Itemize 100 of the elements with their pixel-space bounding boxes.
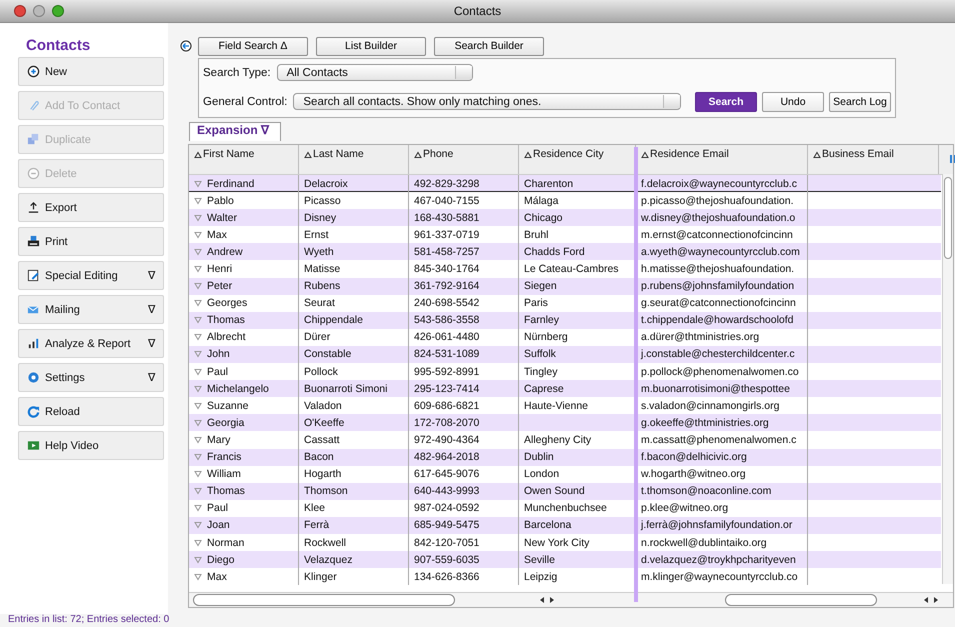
sidebar-button[interactable]: Analyze & Report ∇ xyxy=(18,329,164,358)
table-cell: Leipzig xyxy=(524,570,558,583)
sidebar-button[interactable]: Print xyxy=(18,227,164,256)
table-cell: 987-024-0592 xyxy=(414,502,480,514)
table-cell: Pablo xyxy=(207,194,234,207)
sidebar-button[interactable]: Mailing ∇ xyxy=(18,295,164,324)
table-cell: Picasso xyxy=(304,194,341,207)
table-cell: Haute-Vienne xyxy=(524,400,588,412)
table-cell: Max xyxy=(207,570,227,583)
toolbar-button[interactable]: Field Search Δ xyxy=(198,36,308,56)
table-cell: 995-592-8991 xyxy=(414,366,480,378)
table-cell: Owen Sound xyxy=(524,485,585,498)
toolbar-button[interactable]: Search Builder xyxy=(434,36,544,56)
table-cell: Chicago xyxy=(524,212,563,224)
table-cell: Disney xyxy=(304,212,336,224)
table-cell: Le Cateau-Cambres xyxy=(524,263,619,276)
table-row[interactable]: Diego Velazquez 907-559-6035 Seville d.velazquez@troykhpcharityeven xyxy=(189,551,941,568)
column-header[interactable]: Residence City xyxy=(533,148,604,160)
table-cell: 482-964-2018 xyxy=(414,451,480,464)
sidebar-button[interactable]: New xyxy=(18,57,164,86)
expansion-tab[interactable]: Expansion ∇ xyxy=(189,122,281,141)
table-row[interactable]: Ferdinand Delacroix 492-829-3298 Charenton f.delacroix@waynecountyrcclub.c xyxy=(189,175,941,192)
window-control-icon[interactable] xyxy=(33,5,45,17)
window-control-icon[interactable] xyxy=(14,5,26,17)
sort-icon[interactable] xyxy=(194,151,202,159)
table-cell: 907-559-6035 xyxy=(414,554,480,566)
table-cell: m.cassatt@phenomenalwomen.c xyxy=(641,434,796,446)
table-cell: Velazquez xyxy=(304,554,352,566)
sidebar-button[interactable]: Settings ∇ xyxy=(18,363,164,392)
table-row[interactable]: Michelangelo Buonarroti Simoni 295-123-7414 Caprese m.buonarrotisimoni@thespottee xyxy=(189,380,941,398)
table-cell: 295-123-7414 xyxy=(414,382,480,395)
table-cell: Caprese xyxy=(524,382,564,395)
table-cell: a.dürer@thtministries.org xyxy=(641,331,760,344)
search-panel-button[interactable]: Search Log xyxy=(829,92,891,112)
table-cell: m.klinger@waynecountyrcclub.co xyxy=(641,570,798,583)
dropdown-arrow: ∇ xyxy=(148,269,155,282)
search-type-dropdown[interactable]: All Contacts xyxy=(276,64,473,82)
search-panel-button[interactable]: Search xyxy=(695,92,757,112)
sort-icon[interactable] xyxy=(641,151,649,159)
table-cell: h.matisse@thejoshuafoundation. xyxy=(641,263,794,276)
column-header[interactable]: Last Name xyxy=(313,148,364,160)
table-cell: Málaga xyxy=(524,194,558,207)
copy-icon xyxy=(27,133,40,146)
minus-icon xyxy=(27,167,40,180)
sort-icon[interactable] xyxy=(414,151,422,159)
search-panel-button[interactable]: Undo xyxy=(762,92,824,112)
table-cell: p.rubens@johnsfamilyfoundation xyxy=(641,280,794,292)
sort-icon[interactable] xyxy=(813,151,821,159)
table-cell: Delacroix xyxy=(304,178,348,190)
table-row[interactable]: Thomas Chippendale 543-586-3558 Farnley t.chippendale@howardschoolofd xyxy=(189,312,941,329)
sort-icon[interactable] xyxy=(524,151,532,159)
window-control-icon[interactable] xyxy=(52,5,64,17)
table-cell: j.constable@chesterchildcenter.c xyxy=(641,348,795,360)
table-cell: Klinger xyxy=(304,570,337,583)
column-header[interactable]: Phone xyxy=(423,148,454,160)
sidebar-button[interactable]: Export xyxy=(18,193,164,222)
table-cell: Michelangelo xyxy=(207,382,269,395)
table-cell: 640-443-9993 xyxy=(414,485,480,498)
sidebar-button[interactable]: Special Editing ∇ xyxy=(18,261,164,290)
table-row[interactable]: Thomas Thomson 640-443-9993 Owen Sound t.thomson@noaconline.com xyxy=(189,482,941,500)
table-cell: 609-686-6821 xyxy=(414,400,480,412)
table-cell: Klee xyxy=(304,502,326,514)
sort-icon[interactable] xyxy=(304,151,312,159)
column-chooser-icon[interactable] xyxy=(950,155,955,163)
table-cell: Max xyxy=(207,228,227,241)
column-header[interactable]: First Name xyxy=(203,148,254,160)
table-cell: d.velazquez@troykhpcharityeven xyxy=(641,554,796,566)
table-cell: Hogarth xyxy=(304,468,342,480)
sidebar-title: Contacts xyxy=(25,37,92,56)
table-row[interactable]: Peter Rubens 361-792-9164 Siegen p.rubens@johnsfamilyfoundation xyxy=(189,278,941,295)
settings-icon xyxy=(27,371,40,384)
table-cell: Joan xyxy=(207,519,230,532)
sidebar-button[interactable]: Help Video xyxy=(18,431,164,460)
back-arrow-icon[interactable] xyxy=(180,40,192,52)
table-row[interactable]: Georgia O'Keeffe 172-708-2070 g.okeeffe@thtministries.org xyxy=(189,414,941,432)
table-cell: Seville xyxy=(524,554,555,566)
table-cell: m.ernst@catconnectionofcincinn xyxy=(641,228,793,241)
table-cell: 172-708-2070 xyxy=(414,416,480,429)
table-cell: Ferrà xyxy=(304,519,330,532)
table-cell: Paris xyxy=(524,297,548,310)
table-cell: p.klee@witneo.org xyxy=(641,502,728,514)
table-cell: s.valadon@cinnamongirls.org xyxy=(641,400,780,412)
table-row[interactable]: Francis Bacon 482-964-2018 Dublin f.bacon@delhicivic.org xyxy=(189,448,941,466)
table-cell: Matisse xyxy=(304,263,340,276)
table-cell: Andrew xyxy=(207,246,243,258)
column-header[interactable]: Residence Email xyxy=(650,148,729,160)
table-cell: Henri xyxy=(207,263,232,276)
table-cell: Chippendale xyxy=(304,314,363,326)
toolbar-button[interactable]: List Builder xyxy=(316,36,426,56)
table-row[interactable]: Joan Ferrà 685-949-5475 Barcelona j.ferrà@johnsfamilyfoundation.or xyxy=(189,516,941,534)
table-row[interactable]: John Constable 824-531-1089 Suffolk j.constable@chesterchildcenter.c xyxy=(189,346,941,364)
general-control-dropdown[interactable]: Search all contacts. Show only matching ones. xyxy=(293,93,681,110)
table-row[interactable]: Walter Disney 168-430-5881 Chicago w.disney@thejoshuafoundation.o xyxy=(189,209,941,226)
table-row[interactable]: Andrew Wyeth 581-458-7257 Chadds Ford a.wyeth@waynecountyrcclub.com xyxy=(189,243,941,260)
table-cell: Siegen xyxy=(524,280,557,292)
edit-icon xyxy=(27,269,40,282)
vertical-scrollbar[interactable] xyxy=(942,174,953,584)
column-header[interactable]: Business Email xyxy=(822,148,894,160)
window-title: Contacts xyxy=(452,4,502,18)
sidebar-button[interactable]: Reload xyxy=(18,397,164,426)
